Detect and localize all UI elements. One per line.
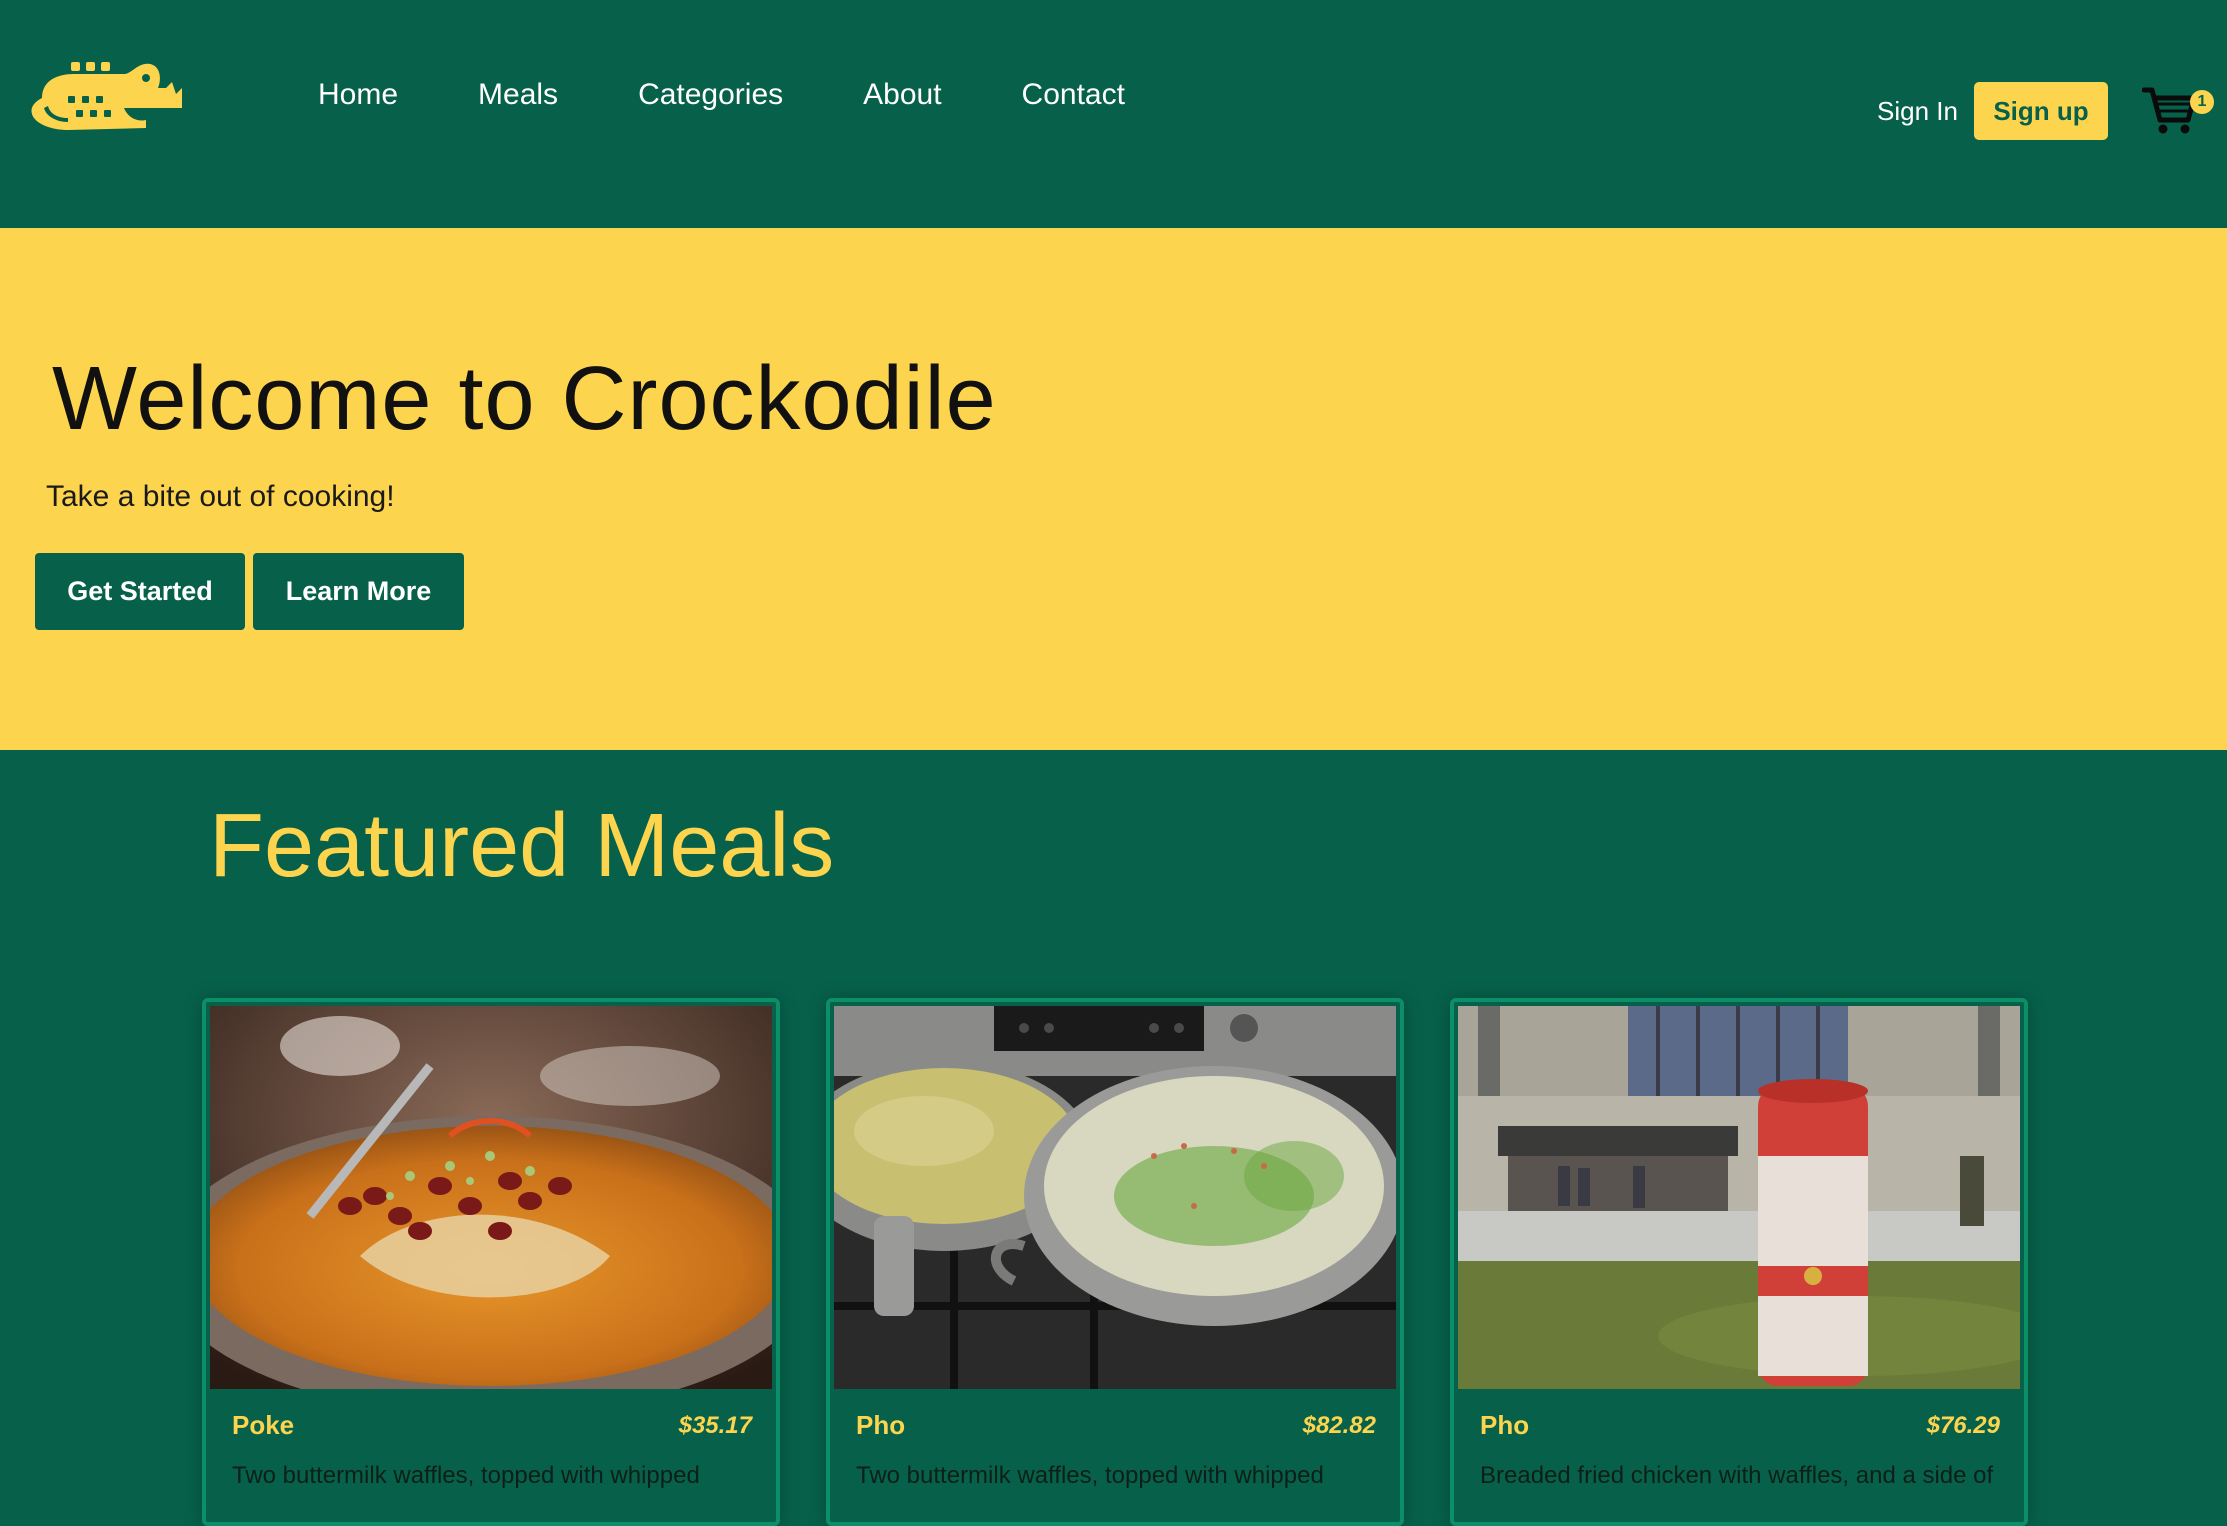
meal-description: Breaded fried chicken with waffles, and … — [1480, 1462, 1994, 1489]
hero-subtitle: Take a bite out of cooking! — [46, 480, 395, 513]
cart-count-badge: 1 — [2190, 90, 2214, 114]
spicy-noodle-bowl-photo[interactable] — [210, 1006, 772, 1389]
meal-price: $76.29 — [1926, 1412, 2000, 1439]
meal-description: Two buttermilk waffles, topped with whip… — [232, 1462, 700, 1489]
get-started-button[interactable]: Get Started — [35, 553, 245, 630]
meal-name: Pho — [1480, 1410, 1530, 1440]
nav-link-home[interactable]: Home — [318, 78, 398, 112]
nav-link-contact[interactable]: Contact — [1022, 78, 1125, 112]
nav-link-about[interactable]: About — [863, 78, 941, 112]
nav-link-meals[interactable]: Meals — [478, 78, 558, 112]
learn-more-button[interactable]: Learn More — [253, 553, 464, 630]
meal-name: Pho — [856, 1410, 906, 1440]
hero-buttons: Get Started Learn More — [35, 553, 472, 630]
shopping-cart-icon[interactable] — [2142, 86, 2196, 136]
main-nav: Home Meals Categories About Contact — [318, 78, 1205, 112]
meal-description: Two buttermilk waffles, topped with whip… — [856, 1462, 1324, 1489]
navbar: Home Meals Categories About Contact Sign… — [0, 0, 2227, 228]
meal-card[interactable]: Pho $82.82 Two buttermilk waffles, toppe… — [826, 998, 1404, 1526]
meal-price: $82.82 — [1302, 1412, 1376, 1439]
featured-meals-heading: Featured Meals — [209, 796, 835, 896]
sign-in-link[interactable]: Sign In — [1877, 96, 1958, 127]
hero-title: Welcome to Crockodile — [52, 349, 997, 449]
hero-section: Welcome to Crockodile Take a bite out of… — [0, 228, 2227, 750]
meal-price: $35.17 — [678, 1412, 752, 1439]
soup-pots-on-stove-photo[interactable] — [834, 1006, 1396, 1389]
meal-card[interactable]: Poke $35.17 Two buttermilk waffles, topp… — [202, 998, 780, 1526]
meal-card[interactable]: Pho $76.29 Breaded fried chicken with wa… — [1450, 998, 2028, 1526]
soup-can-sculpture-photo[interactable] — [1458, 1006, 2020, 1389]
crocodile-logo-icon[interactable] — [28, 58, 182, 140]
sign-up-button[interactable]: Sign up — [1974, 82, 2108, 140]
meal-name: Poke — [232, 1410, 295, 1440]
nav-link-categories[interactable]: Categories — [638, 78, 783, 112]
